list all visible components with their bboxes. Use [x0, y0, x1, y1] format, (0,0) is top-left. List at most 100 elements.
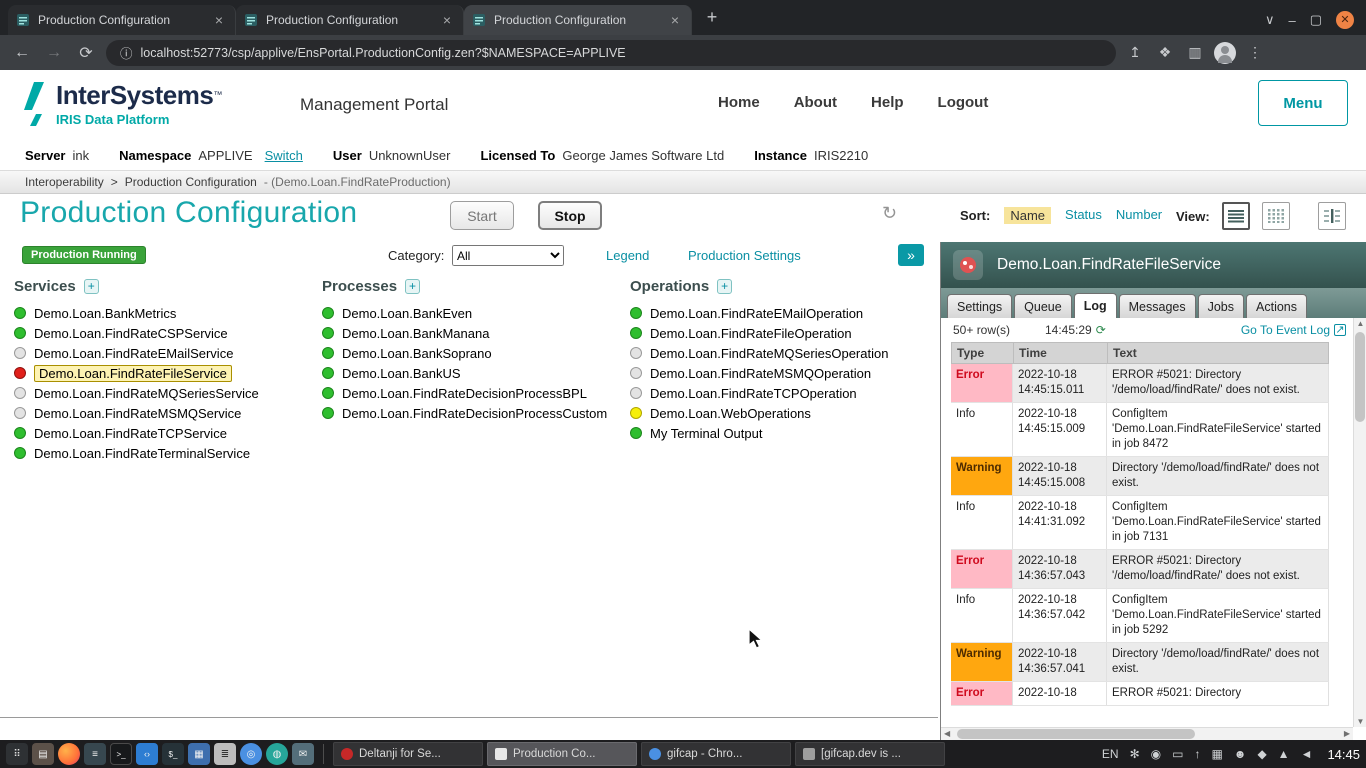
log-row[interactable]: Error 2022-10-18 ERROR #5021: Directory	[951, 682, 1329, 706]
service-item[interactable]: Demo.Loan.FindRateMQSeriesService	[14, 383, 314, 403]
browser-tab[interactable]: Production Configuration ×	[464, 5, 692, 35]
component-label[interactable]: Demo.Loan.WebOperations	[650, 406, 811, 421]
panel-vertical-scrollbar[interactable]: ▲ ▼	[1353, 318, 1366, 727]
component-label[interactable]: Demo.Loan.FindRateTCPOperation	[650, 386, 857, 401]
component-label[interactable]: Demo.Loan.FindRateDecisionProcessCustom	[342, 406, 607, 421]
panel-tab[interactable]: Messages	[1119, 294, 1196, 318]
browser-tab[interactable]: Production Configuration ×	[8, 5, 236, 35]
production-settings-link[interactable]: Production Settings	[688, 248, 801, 263]
component-label[interactable]: Demo.Loan.BankMetrics	[34, 306, 176, 321]
add-operation-button[interactable]: +	[717, 279, 732, 294]
component-label[interactable]: Demo.Loan.FindRateEMailService	[34, 346, 233, 361]
scroll-left-icon[interactable]: ◀	[944, 729, 950, 738]
component-label[interactable]: Demo.Loan.FindRateDecisionProcessBPL	[342, 386, 587, 401]
operation-item[interactable]: Demo.Loan.FindRateTCPOperation	[630, 383, 930, 403]
extensions-icon[interactable]: ❖	[1154, 44, 1176, 61]
menu-button[interactable]: Menu	[1258, 80, 1348, 126]
service-item[interactable]: Demo.Loan.FindRateFileService	[14, 363, 314, 383]
scroll-right-icon[interactable]: ▶	[1344, 729, 1350, 738]
profile-avatar[interactable]	[1214, 42, 1236, 64]
tray-icon[interactable]: ▲	[1278, 747, 1290, 761]
window-maximize-button[interactable]: ▢	[1310, 12, 1322, 28]
keyboard-layout-indicator[interactable]: EN	[1102, 747, 1119, 761]
window-close-button[interactable]: ✕	[1336, 11, 1354, 29]
process-item[interactable]: Demo.Loan.FindRateDecisionProcessBPL	[322, 383, 622, 403]
portal-nav-link[interactable]: Logout	[938, 94, 989, 111]
log-row[interactable]: Error 2022-10-18 14:45:15.011 ERROR #502…	[951, 364, 1329, 403]
new-tab-button[interactable]: +	[698, 4, 726, 32]
start-button[interactable]: Start	[450, 201, 514, 230]
log-row[interactable]: Error 2022-10-18 14:36:57.043 ERROR #502…	[951, 550, 1329, 589]
scroll-up-icon[interactable]: ▲	[1354, 319, 1366, 328]
switch-namespace-link[interactable]: Switch	[265, 148, 303, 163]
service-item[interactable]: Demo.Loan.FindRateTCPService	[14, 423, 314, 443]
sort-option[interactable]: Status	[1065, 207, 1102, 224]
process-item[interactable]: Demo.Loan.BankEven	[322, 303, 622, 323]
component-label[interactable]: My Terminal Output	[650, 426, 762, 441]
add-process-button[interactable]: +	[405, 279, 420, 294]
log-row[interactable]: Info 2022-10-18 14:45:15.009 ConfigItem …	[951, 403, 1329, 457]
add-service-button[interactable]: +	[84, 279, 99, 294]
taskbar-launcher-icon[interactable]: ▦	[188, 743, 210, 765]
component-label[interactable]: Demo.Loan.FindRateFileService	[34, 365, 232, 382]
component-label[interactable]: Demo.Loan.FindRateTerminalService	[34, 446, 250, 461]
expand-panel-button[interactable]: »	[898, 244, 924, 266]
taskbar-launcher-icon[interactable]: ⠿	[6, 743, 28, 765]
browser-menu-icon[interactable]: ⋮	[1244, 44, 1266, 61]
panel-tab[interactable]: Settings	[947, 294, 1012, 318]
window-minimize-button[interactable]: –	[1288, 13, 1295, 28]
process-item[interactable]: Demo.Loan.FindRateDecisionProcessCustom	[322, 403, 622, 423]
taskbar-launcher-icon[interactable]: ‹›	[136, 743, 158, 765]
service-item[interactable]: Demo.Loan.FindRateTerminalService	[14, 443, 314, 463]
tray-icon[interactable]: ◆	[1257, 747, 1266, 761]
taskbar-launcher-icon[interactable]: ✉	[292, 743, 314, 765]
operation-item[interactable]: Demo.Loan.FindRateMSMQOperation	[630, 363, 930, 383]
portal-nav-link[interactable]: Help	[871, 94, 904, 111]
side-panel-icon[interactable]: ▥	[1184, 44, 1206, 61]
clock[interactable]: 14:45	[1327, 747, 1360, 762]
component-label[interactable]: Demo.Loan.BankSoprano	[342, 346, 492, 361]
taskbar-launcher-icon[interactable]: ≡	[84, 743, 106, 765]
forward-icon[interactable]: →	[42, 44, 66, 62]
tab-close-icon[interactable]: ×	[439, 12, 455, 28]
taskbar-launcher-icon[interactable]	[58, 743, 80, 765]
component-label[interactable]: Demo.Loan.BankUS	[342, 366, 461, 381]
vertical-scroll-thumb[interactable]	[1355, 332, 1365, 422]
tray-icon[interactable]: ▦	[1211, 747, 1222, 761]
site-info-icon[interactable]: ⓘ	[120, 43, 133, 62]
log-row[interactable]: Info 2022-10-18 14:41:31.092 ConfigItem …	[951, 496, 1329, 550]
panel-tab[interactable]: Queue	[1014, 294, 1072, 318]
operation-item[interactable]: Demo.Loan.FindRateMQSeriesOperation	[630, 343, 930, 363]
address-bar[interactable]: ⓘ localhost:52773/csp/applive/EnsPortal.…	[106, 40, 1116, 66]
service-item[interactable]: Demo.Loan.BankMetrics	[14, 303, 314, 323]
component-label[interactable]: Demo.Loan.FindRateMQSeriesOperation	[650, 346, 888, 361]
process-item[interactable]: Demo.Loan.BankSoprano	[322, 343, 622, 363]
share-icon[interactable]: ↥	[1124, 44, 1146, 61]
tray-icon[interactable]: ◄	[1301, 747, 1313, 761]
stop-button[interactable]: Stop	[538, 201, 602, 230]
log-row[interactable]: Info 2022-10-18 14:36:57.042 ConfigItem …	[951, 589, 1329, 643]
component-label[interactable]: Demo.Loan.BankEven	[342, 306, 472, 321]
legend-link[interactable]: Legend	[606, 248, 649, 263]
operation-item[interactable]: Demo.Loan.FindRateFileOperation	[630, 323, 930, 343]
log-row[interactable]: Warning 2022-10-18 14:45:15.008 Director…	[951, 457, 1329, 496]
component-label[interactable]: Demo.Loan.BankManana	[342, 326, 489, 341]
taskbar-launcher-icon[interactable]: $_	[162, 743, 184, 765]
process-item[interactable]: Demo.Loan.BankManana	[322, 323, 622, 343]
view-grid-button[interactable]	[1262, 202, 1290, 230]
panel-tab[interactable]: Jobs	[1198, 294, 1244, 318]
component-label[interactable]: Demo.Loan.FindRateMQSeriesService	[34, 386, 259, 401]
tray-icon[interactable]: ▭	[1172, 747, 1183, 761]
view-list-button[interactable]	[1222, 202, 1250, 230]
service-item[interactable]: Demo.Loan.FindRateCSPService	[14, 323, 314, 343]
back-icon[interactable]: ←	[10, 44, 34, 62]
taskbar-window-button[interactable]: [gifcap.dev is ...	[795, 742, 945, 766]
tray-icon[interactable]: ☻	[1234, 747, 1247, 761]
log-row[interactable]: Warning 2022-10-18 14:36:57.041 Director…	[951, 643, 1329, 682]
view-split-button[interactable]	[1318, 202, 1346, 230]
portal-nav-link[interactable]: Home	[718, 94, 760, 111]
reload-icon[interactable]: ⟳	[74, 43, 98, 63]
tab-search-icon[interactable]: ∨	[1265, 12, 1275, 28]
taskbar-launcher-icon[interactable]: ◍	[266, 743, 288, 765]
tray-icon[interactable]: ◉	[1151, 747, 1161, 761]
